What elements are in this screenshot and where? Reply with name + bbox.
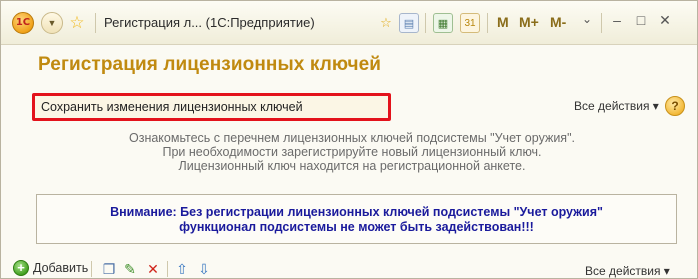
memory-minus-button[interactable]: M-	[550, 14, 566, 30]
favorite-star-icon[interactable]: ☆	[67, 13, 87, 33]
add-favorite-icon[interactable]: ☆	[376, 13, 396, 33]
list-toolbar: + Добавить ❐ ✎ ✕ ⇧ ⇩ Все действия ▾	[1, 257, 697, 278]
save-changes-label: Сохранить изменения лицензионных ключей	[41, 100, 303, 114]
help-icon[interactable]: ?	[665, 96, 685, 116]
application-window: 1С ▼ ☆ Регистрация л... (1С:Предприятие)…	[0, 0, 698, 279]
add-label: Добавить	[33, 261, 89, 275]
title-separator	[425, 13, 426, 33]
warning-box: Внимание: Без регистрации лицензионных к…	[36, 194, 677, 244]
move-up-icon[interactable]: ⇧	[173, 260, 191, 278]
add-icon: +	[13, 260, 29, 276]
memory-button[interactable]: M	[497, 14, 509, 30]
title-bar: 1С ▼ ☆ Регистрация л... (1С:Предприятие)…	[1, 1, 697, 45]
save-changes-button[interactable]: Сохранить изменения лицензионных ключей	[32, 93, 391, 121]
title-separator	[487, 13, 488, 33]
calendar-icon[interactable]: 31	[460, 13, 480, 33]
warning-line: функционал подсистемы не может быть заде…	[179, 220, 534, 234]
warning-line: Внимание: Без регистрации лицензионных к…	[110, 205, 603, 219]
list-all-actions-menu[interactable]: Все действия ▾	[585, 264, 670, 278]
info-line: При необходимости зарегистрируйте новый …	[162, 145, 542, 159]
chevron-down-icon[interactable]: ⌄	[579, 12, 595, 26]
toolbar-separator	[167, 261, 168, 277]
info-line: Лицензионный ключ находится на регистрац…	[178, 159, 526, 173]
title-separator	[601, 13, 602, 33]
memory-plus-button[interactable]: M+	[519, 14, 539, 30]
window-title: Регистрация л... (1С:Предприятие)	[104, 15, 315, 30]
copy-icon[interactable]: ❐	[100, 260, 118, 278]
menu-circle-icon[interactable]: ▼	[41, 12, 63, 34]
move-down-icon[interactable]: ⇩	[195, 260, 213, 278]
title-separator	[95, 13, 96, 33]
history-icon[interactable]: ▤	[399, 13, 419, 33]
1c-logo-icon[interactable]: 1С	[12, 12, 34, 34]
form-title: Регистрация лицензионных ключей	[38, 54, 382, 75]
close-button[interactable]: ✕	[657, 12, 673, 29]
calculator-icon[interactable]: ▦	[433, 13, 453, 33]
edit-icon[interactable]: ✎	[121, 260, 139, 278]
delete-icon[interactable]: ✕	[144, 260, 162, 278]
toolbar-separator	[91, 261, 92, 277]
command-bar: Сохранить изменения лицензионных ключей …	[1, 93, 697, 121]
maximize-button[interactable]: □	[633, 12, 649, 28]
info-line: Ознакомьтесь с перечнем лицензионных клю…	[128, 131, 575, 145]
all-actions-menu[interactable]: Все действия ▾	[574, 99, 659, 113]
minimize-button[interactable]: –	[609, 12, 625, 28]
